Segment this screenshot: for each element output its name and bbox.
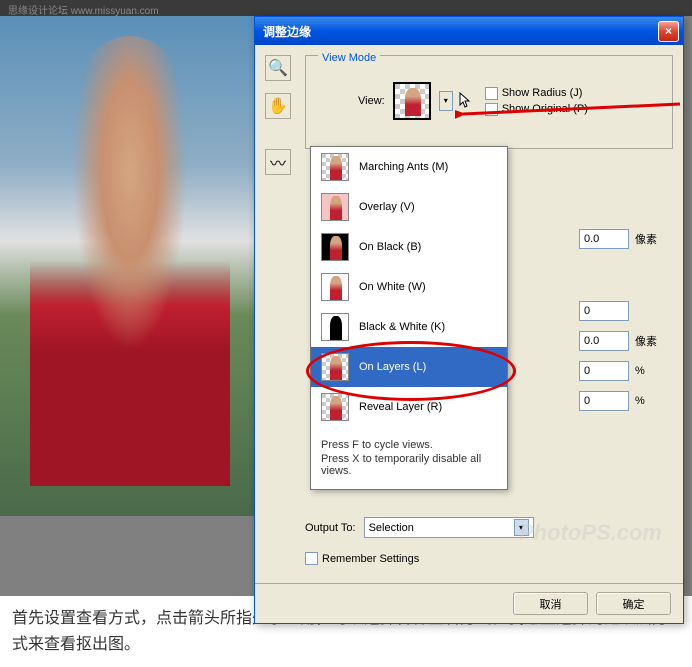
- remember-label: Remember Settings: [322, 553, 419, 565]
- smooth-input[interactable]: [579, 301, 629, 321]
- chevron-down-icon: ▾: [514, 519, 529, 536]
- feather-input[interactable]: [579, 331, 629, 351]
- menu-thumb: [321, 153, 349, 181]
- cancel-button[interactable]: 取消: [513, 592, 588, 615]
- menu-thumb: [321, 393, 349, 421]
- view-dropdown-arrow[interactable]: ▾: [439, 91, 453, 111]
- ok-button[interactable]: 确定: [596, 592, 671, 615]
- show-original-row[interactable]: Show Original (P): [485, 103, 588, 116]
- menu-item-label: Reveal Layer (R): [359, 401, 442, 413]
- radius-input[interactable]: [579, 229, 629, 249]
- button-row: 取消 确定: [255, 583, 683, 623]
- show-original-checkbox[interactable]: [485, 103, 498, 116]
- dialog-titlebar[interactable]: 调整边缘 ×: [255, 17, 683, 45]
- zoom-tool-icon[interactable]: 🔍: [265, 55, 291, 81]
- radius-input-row: 像素: [579, 229, 661, 249]
- menu-footer: Press F to cycle views. Press X to tempor…: [311, 427, 507, 489]
- output-select[interactable]: Selection ▾: [364, 517, 534, 538]
- menu-item[interactable]: Reveal Layer (R): [311, 387, 507, 427]
- tool-column: 🔍 ✋ 〰: [265, 55, 295, 187]
- background-image: [0, 16, 254, 516]
- photo-canvas: [0, 16, 254, 516]
- footer-line2: Press X to temporarily disable all views…: [321, 453, 497, 477]
- menu-thumb: [321, 353, 349, 381]
- dialog-title: 调整边缘: [263, 23, 658, 40]
- show-radius-checkbox[interactable]: [485, 87, 498, 100]
- menu-item-label: On Layers (L): [359, 361, 426, 373]
- shift-input-row: %: [579, 391, 661, 411]
- menu-item[interactable]: On Black (B): [311, 227, 507, 267]
- close-button[interactable]: ×: [658, 21, 679, 42]
- menu-item[interactable]: Overlay (V): [311, 187, 507, 227]
- contrast-unit: %: [635, 365, 661, 377]
- view-mode-fieldset: View Mode View: ▾ Show Radius (J): [305, 55, 673, 149]
- contrast-input[interactable]: [579, 361, 629, 381]
- menu-thumb: [321, 233, 349, 261]
- remember-row[interactable]: Remember Settings: [305, 552, 683, 565]
- footer-line1: Press F to cycle views.: [321, 439, 497, 451]
- menu-item-label: Marching Ants (M): [359, 161, 448, 173]
- feather-unit: 像素: [635, 333, 661, 349]
- menu-item[interactable]: Marching Ants (M): [311, 147, 507, 187]
- feather-input-row: 像素: [579, 331, 661, 351]
- view-row: View: ▾ Show Radius (J) Show Original: [318, 82, 660, 120]
- remember-checkbox[interactable]: [305, 552, 318, 565]
- show-radius-row[interactable]: Show Radius (J): [485, 87, 588, 100]
- menu-item[interactable]: On Layers (L): [311, 347, 507, 387]
- menu-item[interactable]: On White (W): [311, 267, 507, 307]
- output-label: Output To:: [305, 522, 356, 534]
- shift-input[interactable]: [579, 391, 629, 411]
- content-area: 调整边缘 × 🔍 ✋ 〰 View Mode View: ▾: [0, 16, 692, 596]
- output-row: Output To: Selection ▾: [305, 517, 683, 538]
- shift-unit: %: [635, 395, 661, 407]
- menu-item-label: On White (W): [359, 281, 426, 293]
- smooth-input-row: [579, 301, 661, 321]
- view-mode-legend: View Mode: [318, 52, 380, 64]
- output-value: Selection: [369, 522, 414, 534]
- view-dropdown-menu: Marching Ants (M) Overlay (V) On Black (B)…: [310, 146, 508, 490]
- menu-item-label: Black & White (K): [359, 321, 445, 333]
- menu-item-label: Overlay (V): [359, 201, 415, 213]
- main-panel: View Mode View: ▾ Show Radius (J): [305, 55, 673, 149]
- show-original-label: Show Original (P): [502, 103, 588, 115]
- contrast-input-row: %: [579, 361, 661, 381]
- menu-thumb: [321, 273, 349, 301]
- view-label: View:: [358, 95, 385, 107]
- menu-item-label: On Black (B): [359, 241, 421, 253]
- show-radius-label: Show Radius (J): [502, 87, 583, 99]
- hand-tool-icon[interactable]: ✋: [265, 93, 291, 119]
- radius-unit: 像素: [635, 231, 661, 247]
- watermark-header: 思缘设计论坛 www.missyuan.com: [0, 0, 692, 16]
- menu-thumb: [321, 313, 349, 341]
- view-thumbnail: [393, 82, 431, 120]
- menu-thumb: [321, 193, 349, 221]
- subject-figure: [30, 36, 230, 486]
- menu-item[interactable]: Black & White (K): [311, 307, 507, 347]
- cursor-icon: [459, 92, 473, 110]
- brush-tool-icon[interactable]: 〰: [265, 149, 291, 175]
